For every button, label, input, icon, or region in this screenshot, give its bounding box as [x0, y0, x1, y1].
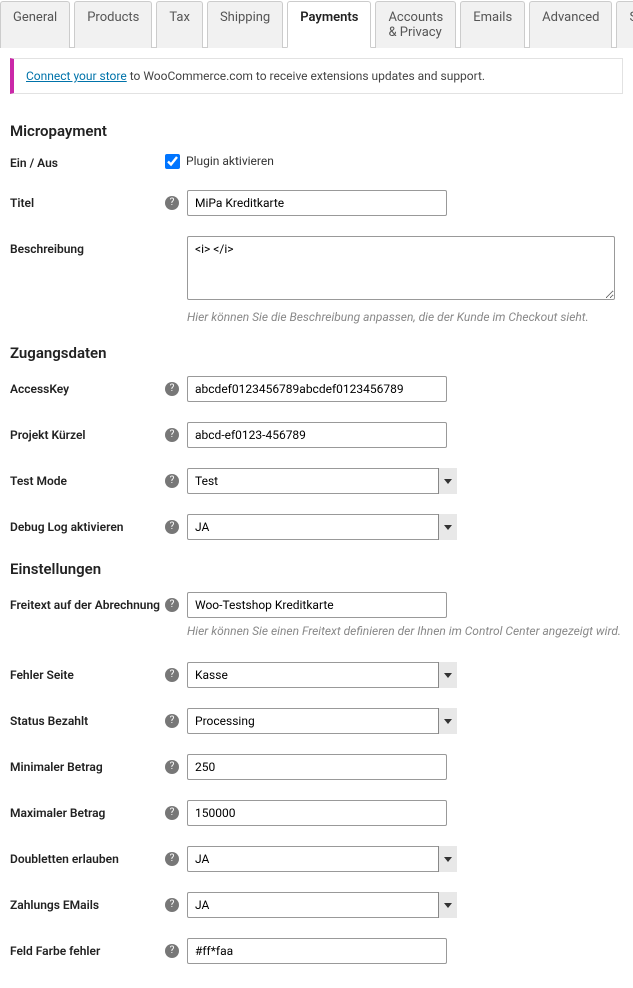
row-description: Beschreibung <i> </i> Hier können Sie di…: [10, 236, 623, 324]
help-icon[interactable]: ?: [165, 852, 179, 866]
label-emails: Zahlungs EMails: [10, 892, 165, 912]
row-freitext: Freitext auf der Abrechnung ? Hier könne…: [10, 592, 623, 638]
row-accesskey: AccessKey ?: [10, 376, 623, 402]
debuglog-select[interactable]: JA: [187, 514, 457, 540]
label-accesskey: AccessKey: [10, 376, 165, 396]
row-emails: Zahlungs EMails ? JA: [10, 892, 623, 918]
label-feldfarbe: Feld Farbe fehler: [10, 938, 165, 958]
tab-advanced[interactable]: Advanced: [529, 1, 612, 48]
label-enable: Ein / Aus: [10, 154, 165, 170]
help-icon[interactable]: ?: [165, 474, 179, 488]
label-min: Minimaler Betrag: [10, 754, 165, 774]
label-freitext: Freitext auf der Abrechnung: [10, 592, 165, 612]
freitext-help: Hier können Sie einen Freitext definiere…: [187, 624, 623, 638]
label-status: Status Bezahlt: [10, 708, 165, 728]
help-icon[interactable]: ?: [165, 806, 179, 820]
row-status: Status Bezahlt ? Processing: [10, 708, 623, 734]
min-input[interactable]: [187, 754, 447, 780]
connect-notice: Connect your store to WooCommerce.com to…: [10, 58, 623, 94]
connect-store-link[interactable]: Connect your store: [26, 69, 127, 83]
description-help: Hier können Sie die Beschreibung anpasse…: [187, 310, 623, 324]
tab-tax[interactable]: Tax: [156, 1, 203, 48]
help-icon[interactable]: ?: [165, 428, 179, 442]
label-projekt: Projekt Kürzel: [10, 422, 165, 442]
tab-emails[interactable]: Emails: [460, 1, 525, 48]
enable-checkbox-wrap[interactable]: Plugin aktivieren: [165, 154, 274, 169]
row-enable: Ein / Aus Plugin aktivieren: [10, 154, 623, 170]
label-testmode: Test Mode: [10, 468, 165, 488]
freitext-input[interactable]: [187, 592, 447, 618]
help-icon[interactable]: ?: [165, 714, 179, 728]
emails-select[interactable]: JA: [187, 892, 457, 918]
help-icon[interactable]: ?: [165, 944, 179, 958]
row-fehlerseite: Fehler Seite ? Kasse: [10, 662, 623, 688]
projekt-input[interactable]: [187, 422, 447, 448]
row-max: Maximaler Betrag ?: [10, 800, 623, 826]
tab-products[interactable]: Products: [74, 1, 152, 48]
section-micropayment: Micropayment: [10, 122, 623, 140]
settings-content: Micropayment Ein / Aus Plugin aktivieren…: [0, 94, 633, 988]
fehlerseite-select[interactable]: Kasse: [187, 662, 457, 688]
row-doubletten: Doubletten erlauben ? JA: [10, 846, 623, 872]
tab-accounts-privacy[interactable]: Accounts & Privacy: [375, 1, 456, 48]
help-icon[interactable]: ?: [165, 760, 179, 774]
help-icon[interactable]: ?: [165, 520, 179, 534]
row-feldfarbe: Feld Farbe fehler ?: [10, 938, 623, 964]
row-projekt: Projekt Kürzel ?: [10, 422, 623, 448]
description-textarea[interactable]: <i> </i>: [187, 236, 615, 300]
enable-checkbox[interactable]: [165, 154, 180, 169]
help-icon[interactable]: ?: [165, 598, 179, 612]
label-title: Titel: [10, 190, 165, 210]
help-icon[interactable]: ?: [165, 668, 179, 682]
title-input[interactable]: [187, 190, 447, 216]
tab-payments[interactable]: Payments: [287, 1, 371, 48]
label-description: Beschreibung: [10, 236, 165, 256]
row-debuglog: Debug Log aktivieren ? JA: [10, 514, 623, 540]
row-title: Titel ?: [10, 190, 623, 216]
help-icon[interactable]: ?: [165, 196, 179, 210]
help-icon[interactable]: ?: [165, 382, 179, 396]
label-debuglog: Debug Log aktivieren: [10, 514, 165, 534]
enable-checkbox-label: Plugin aktivieren: [186, 154, 274, 168]
testmode-select[interactable]: Test: [187, 468, 457, 494]
row-min: Minimaler Betrag ?: [10, 754, 623, 780]
label-max: Maximaler Betrag: [10, 800, 165, 820]
feldfarbe-input[interactable]: [187, 938, 447, 964]
doubletten-select[interactable]: JA: [187, 846, 457, 872]
section-einstellungen: Einstellungen: [10, 560, 623, 578]
status-select[interactable]: Processing: [187, 708, 457, 734]
row-testmode: Test Mode ? Test: [10, 468, 623, 494]
max-input[interactable]: [187, 800, 447, 826]
help-icon[interactable]: ?: [165, 898, 179, 912]
tab-subscriptions[interactable]: Subscriptions: [616, 1, 633, 48]
accesskey-input[interactable]: [187, 376, 447, 402]
section-zugangsdaten: Zugangsdaten: [10, 344, 623, 362]
settings-tabs: GeneralProductsTaxShippingPaymentsAccoun…: [0, 0, 633, 48]
tab-shipping[interactable]: Shipping: [207, 1, 283, 48]
label-fehlerseite: Fehler Seite: [10, 662, 165, 682]
label-doubletten: Doubletten erlauben: [10, 846, 165, 866]
notice-text: to WooCommerce.com to receive extensions…: [127, 69, 485, 83]
tab-general[interactable]: General: [0, 1, 70, 48]
